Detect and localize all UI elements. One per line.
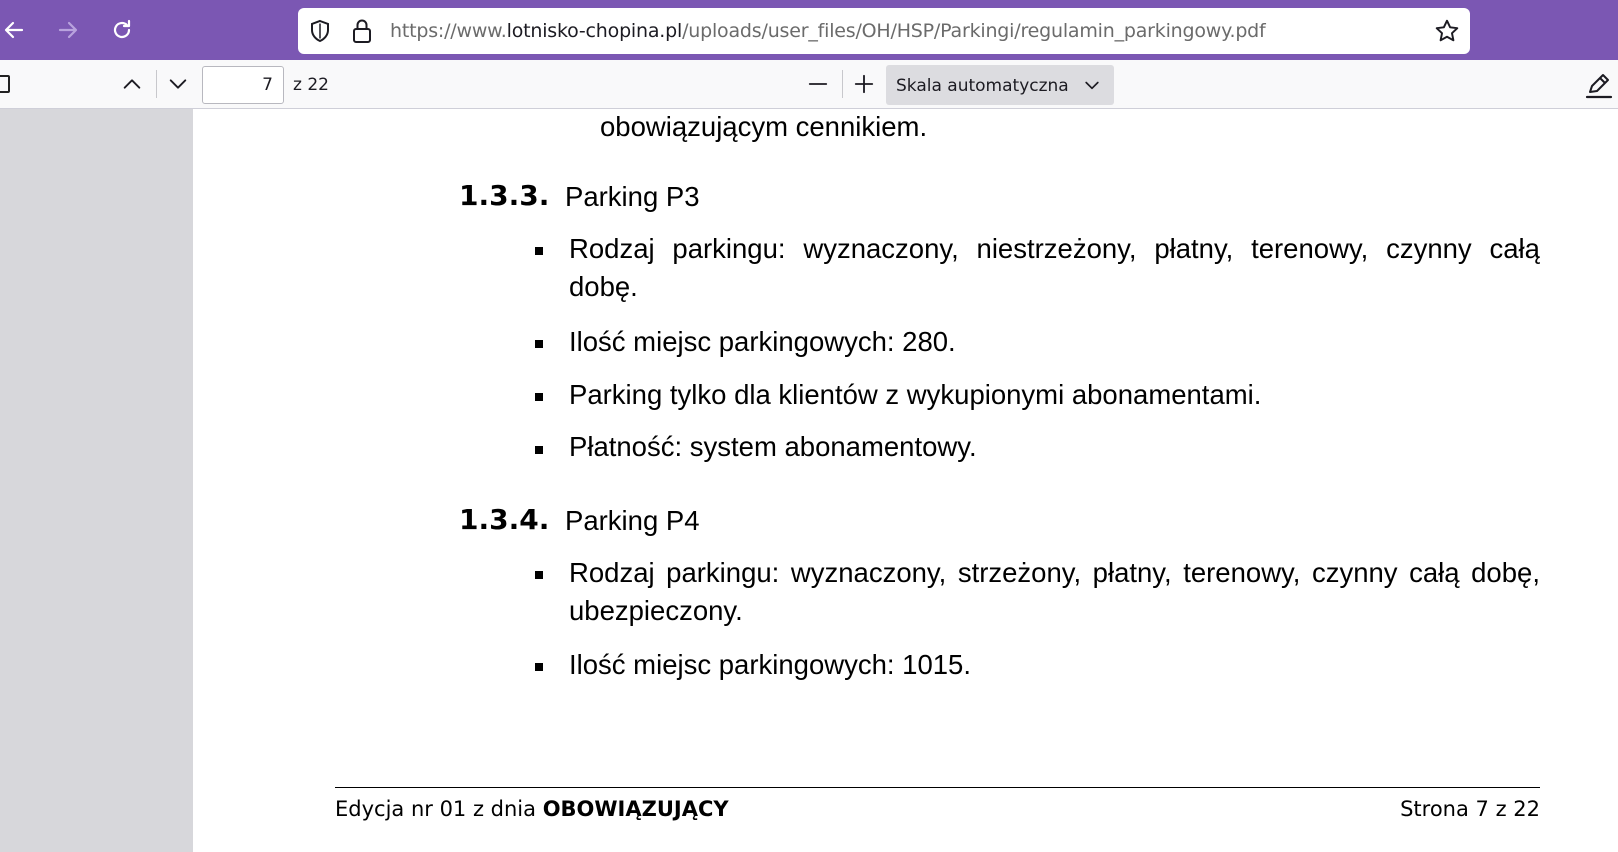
zoom-select[interactable]: Skala automatyczna (886, 65, 1114, 105)
chevron-down-icon (1085, 81, 1099, 90)
bullet-marker (535, 663, 543, 671)
word: całą (1489, 233, 1540, 264)
section-title: Parking P4 (565, 505, 700, 536)
url-domain: lotnisko-chopina.pl (506, 20, 683, 42)
plus-icon (854, 74, 874, 94)
minus-icon (808, 83, 828, 85)
url-text[interactable]: https://www.lotnisko-chopina.pl/uploads/… (390, 20, 1266, 42)
section-title: Parking P3 (565, 181, 700, 212)
word: terenowy, (1183, 557, 1301, 588)
back-button[interactable] (0, 10, 34, 50)
bookmark-star-icon[interactable] (1434, 18, 1460, 44)
back-arrow-icon (4, 21, 24, 39)
forward-arrow-icon (58, 21, 78, 39)
pdf-toolbar: 7 z 22 Skala automatyczna (0, 60, 1618, 109)
word: wyznaczony, (790, 557, 947, 588)
browser-toolbar: https://www.lotnisko-chopina.pl/uploads/… (0, 0, 1618, 60)
zoom-out-button[interactable] (800, 66, 836, 102)
lock-icon[interactable] (351, 18, 373, 44)
toolbar-separator (842, 70, 843, 98)
word: całą (1409, 557, 1460, 588)
bullet-text: Ilość miejsc parkingowych: 1015. (569, 649, 971, 680)
footer-page-number: Strona 7 z 22 (1400, 797, 1540, 821)
shield-icon[interactable] (308, 19, 332, 43)
zoom-select-label: Skala automatyczna (896, 76, 1069, 96)
chevron-down-icon (169, 79, 187, 89)
reload-icon (113, 19, 131, 39)
bullet-text-justified: Rodzaj parkingu: wyznaczony, strzeżony, … (569, 557, 1540, 589)
word: terenowy, (1251, 233, 1369, 264)
bullet-text: Ilość miejsc parkingowych: 280. (569, 326, 956, 357)
bullet-text-justified: Rodzaj parkingu: wyznaczony, niestrzeżon… (569, 233, 1540, 265)
pdf-viewer[interactable]: obowiązującym cennikiem. 1.3.3. Parking … (0, 109, 1618, 852)
word: czynny (1386, 233, 1472, 264)
bullet-marker (535, 393, 543, 401)
footer-edition-status: OBOWIĄZUJĄCY (542, 797, 729, 821)
bullet-marker (535, 446, 543, 454)
page-number-input[interactable]: 7 (202, 66, 284, 104)
next-page-button[interactable] (160, 66, 196, 102)
section-number: 1.3.3. (459, 179, 550, 212)
bullet-marker (535, 247, 543, 255)
bullet-text-continued: dobę. (569, 271, 638, 302)
footer-edition: Edycja nr 01 z dnia OBOWIĄZUJĄCY (335, 797, 729, 821)
address-bar[interactable]: https://www.lotnisko-chopina.pl/uploads/… (298, 8, 1470, 54)
word: Rodzaj (569, 233, 655, 264)
word: czynny (1311, 557, 1398, 588)
url-prefix: https://www. (390, 20, 507, 42)
forward-button[interactable] (48, 10, 88, 50)
zoom-in-button[interactable] (846, 66, 882, 102)
word: niestrzeżony, (976, 233, 1137, 264)
toolbar-separator (156, 70, 157, 98)
word: płatny, (1154, 233, 1234, 264)
draw-pen-icon[interactable] (1584, 70, 1614, 100)
pdf-page: obowiązującym cennikiem. 1.3.3. Parking … (193, 109, 1618, 852)
chevron-up-icon (123, 79, 141, 89)
word: płatny, (1092, 557, 1172, 588)
page-count: z 22 (293, 75, 329, 95)
word: wyznaczony, (803, 233, 959, 264)
bullet-text: Płatność: system abonamentowy. (569, 431, 977, 462)
word: parkingu: (672, 233, 786, 264)
previous-page-button[interactable] (114, 66, 150, 102)
bullet-text: Parking tylko dla klientów z wykupionymi… (569, 379, 1262, 410)
reload-button[interactable] (102, 10, 142, 50)
section-number: 1.3.4. (459, 503, 550, 536)
word: dobę, (1471, 557, 1540, 588)
footer-edition-prefix: Edycja nr 01 z dnia (335, 797, 543, 821)
footer-rule (335, 787, 1540, 788)
bullet-text-continued: ubezpieczony. (569, 595, 743, 626)
sidebar-toggle-icon[interactable] (0, 75, 10, 93)
bullet-marker (535, 340, 543, 348)
bullet-marker (535, 571, 543, 579)
url-path: /uploads/user_files/OH/HSP/Parkingi/regu… (682, 20, 1266, 42)
carry-over-line: obowiązującym cennikiem. (600, 111, 928, 142)
word: Rodzaj (569, 557, 655, 588)
word: parkingu: (666, 557, 780, 588)
word: strzeżony, (957, 557, 1082, 588)
